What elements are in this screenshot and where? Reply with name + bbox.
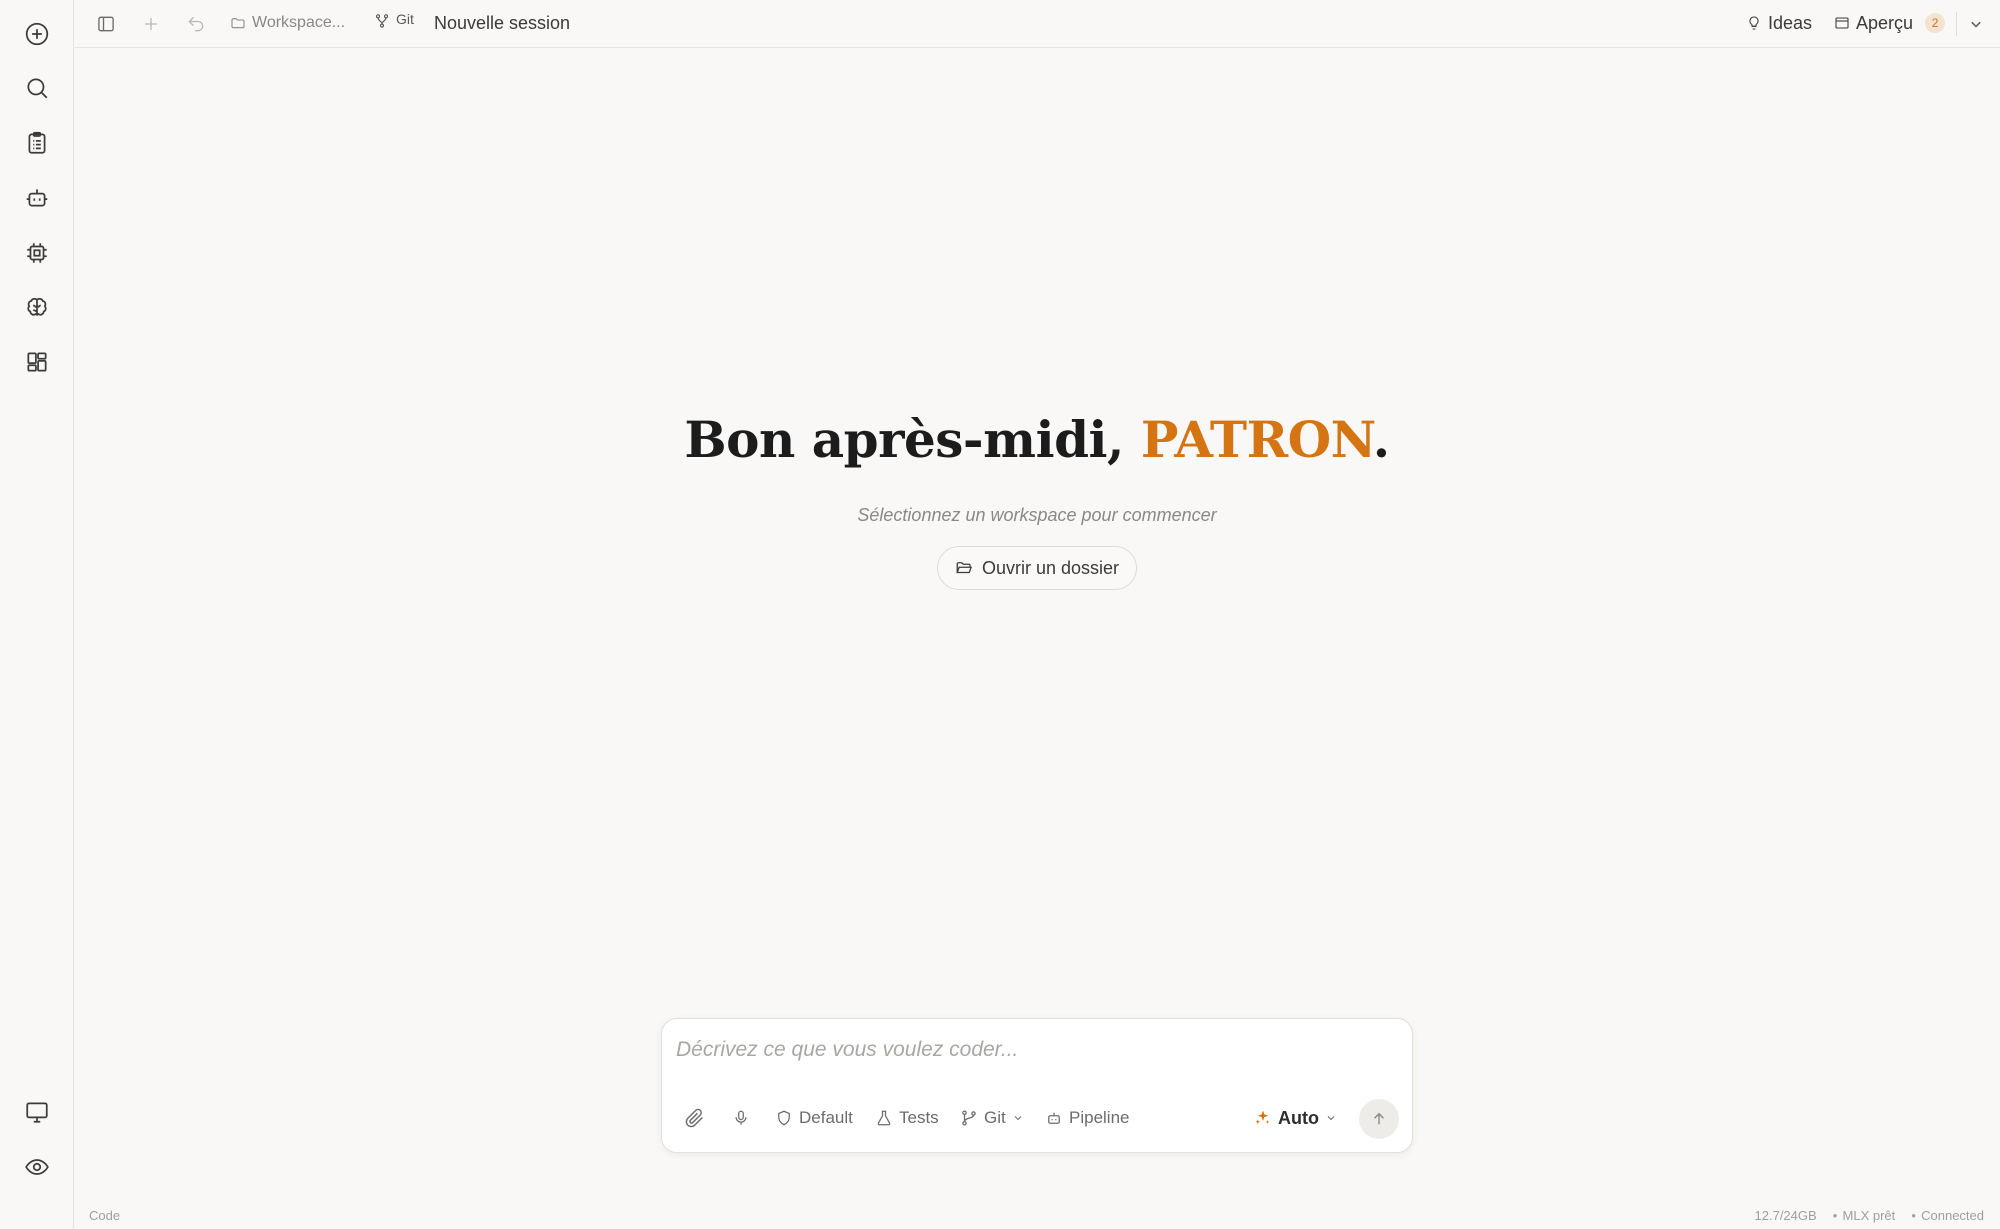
browser-window-icon [1835,17,1849,29]
default-label: Default [799,1108,853,1127]
mlx-status-label: MLX prêt [1842,1208,1896,1223]
model-mode-dropdown[interactable]: Auto [1254,1102,1337,1134]
microphone-icon[interactable] [732,1102,750,1134]
monitor-icon[interactable] [19,1094,55,1130]
divider [1956,12,1957,36]
add-icon[interactable] [137,10,165,38]
brain-icon[interactable] [19,290,55,326]
workspace-label: Workspace... [252,14,346,31]
flask-icon [877,1110,891,1126]
left-rail [0,0,74,1229]
session-title: Nouvelle session [434,13,571,33]
bot-icon[interactable] [19,180,55,216]
apercu-label: Aperçu [1856,13,1914,33]
pipeline-icon [1048,1112,1060,1124]
tests-button[interactable]: Tests [875,1102,939,1134]
workspace-hint: Sélectionnez un workspace pour commencer [857,505,1217,525]
clipboard-icon[interactable] [19,125,55,161]
git-branch-icon [962,1110,976,1126]
shield-icon [778,1110,790,1126]
connection-status-label: Connected [1921,1208,1984,1223]
open-folder-label: Ouvrir un dossier [981,557,1120,578]
chevron-down-icon[interactable] [1962,10,1990,38]
send-button[interactable] [1359,1099,1399,1139]
git-label: Git [396,11,414,27]
prompt-input[interactable] [676,1033,1396,1067]
git-dropdown-label: Git [984,1108,1006,1127]
greeting-prefix: Bon après-midi, [684,410,1141,469]
arrow-up-icon [1374,1112,1384,1125]
git-branch-icon [375,14,389,28]
ideas-button[interactable]: Ideas [1746,12,1812,34]
folder-icon [231,18,245,29]
folder-open-icon [956,562,972,574]
paperclip-icon[interactable] [684,1102,706,1134]
apercu-button[interactable]: Aperçu 2 [1834,12,1946,34]
greeting-suffix: . [1372,410,1390,469]
open-folder-button[interactable]: Ouvrir un dossier [937,546,1137,590]
connection-status: Connected [1911,1208,1984,1223]
ideas-label: Ideas [1768,13,1813,33]
workspace-selector[interactable]: Workspace... [230,12,345,34]
chip-icon[interactable] [19,235,55,271]
greeting-name: PATRON [1140,410,1373,469]
git-button[interactable]: Git [374,11,414,30]
mlx-status: MLX prêt [1833,1208,1896,1223]
chevron-down-icon [1014,1116,1022,1121]
undo-icon[interactable] [182,10,210,38]
apercu-count-badge: 2 [1925,13,1946,33]
greeting-heading: Bon après-midi, PATRON. [74,410,2000,469]
sparkle-icon [1255,1110,1270,1124]
pipeline-label: Pipeline [1069,1108,1130,1127]
memory-usage: 12.7/24GB [1754,1208,1817,1223]
eye-icon[interactable] [19,1149,55,1185]
lightbulb-icon [1749,16,1759,30]
sidebar-toggle-icon[interactable] [92,10,120,38]
status-bar: 12.7/24GB MLX prêt Connected [1755,1208,1984,1223]
mode-label: Auto [1278,1107,1319,1128]
status-mode: Code [89,1208,121,1223]
new-session-icon[interactable] [19,16,55,52]
default-mode-button[interactable]: Default [775,1102,853,1134]
dashboard-icon[interactable] [19,344,55,380]
search-icon[interactable] [19,70,55,106]
composer: Default Tests Git Pipeline Auto [661,1018,1413,1153]
git-dropdown[interactable]: Git [960,1102,1024,1134]
tests-label: Tests [899,1108,939,1127]
top-bar: Workspace... Git Nouvelle session Ideas … [74,0,2000,48]
pipeline-button[interactable]: Pipeline [1045,1102,1130,1134]
chevron-down-icon [1327,1116,1335,1121]
